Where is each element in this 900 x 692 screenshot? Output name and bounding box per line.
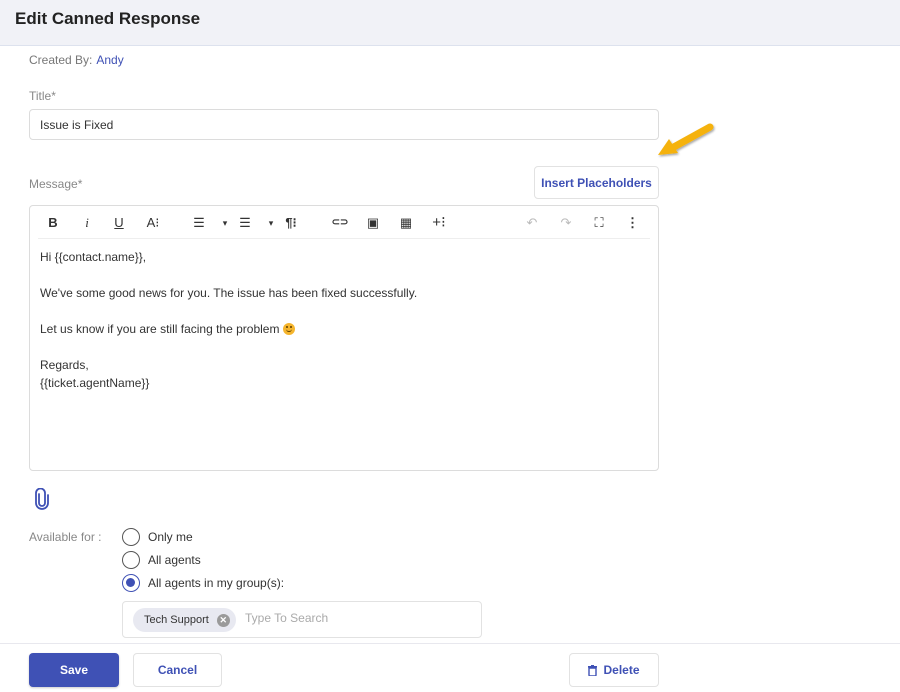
italic-icon[interactable]: i <box>81 213 93 233</box>
ordered-list-dropdown-icon[interactable]: ▾ <box>220 213 230 233</box>
table-icon[interactable]: ▦ <box>398 213 414 233</box>
smiley-icon <box>282 323 295 335</box>
message-editor[interactable]: B i U A⁝ ☰ ▾ ☰ ▾ ¶⁝ ⊂⊃ ▣ ▦ +⁝ ↶ ↷ ⛶ ⋮ Hi… <box>29 205 659 471</box>
created-by-label: Created By: <box>29 53 93 67</box>
message-greeting: Hi {{contact.name}}, <box>40 250 147 264</box>
paragraph-format-icon[interactable]: ¶⁝ <box>282 213 300 233</box>
trash-icon <box>588 664 598 676</box>
title-input[interactable] <box>29 109 659 140</box>
message-body[interactable]: Hi {{contact.name}}, We've some good new… <box>40 248 417 392</box>
radio-all-agents[interactable]: All agents <box>122 551 201 569</box>
underline-icon[interactable]: U <box>112 213 126 233</box>
group-chip-label: Tech Support <box>144 614 209 626</box>
cancel-button[interactable]: Cancel <box>133 653 222 687</box>
fullscreen-icon[interactable]: ⛶ <box>591 213 607 233</box>
toolbar-divider <box>38 238 650 239</box>
radio-label: All agents <box>148 553 201 567</box>
paperclip-icon[interactable] <box>35 488 49 510</box>
message-line-1: We've some good news for you. The issue … <box>40 286 418 300</box>
radio-button[interactable] <box>122 528 140 546</box>
ordered-list-icon[interactable]: ☰ <box>191 213 207 233</box>
page-title: Edit Canned Response <box>15 9 201 28</box>
created-by-author: Andy <box>96 53 124 67</box>
remove-chip-icon[interactable]: ✕ <box>216 613 230 627</box>
insert-more-icon[interactable]: +⁝ <box>430 213 448 233</box>
title-label: Title* <box>29 89 56 103</box>
more-options-icon[interactable]: ⋮ <box>626 213 639 233</box>
delete-button[interactable]: Delete <box>569 653 659 687</box>
unordered-list-icon[interactable]: ☰ <box>237 213 253 233</box>
radio-all-agents-in-groups[interactable]: All agents in my group(s): <box>122 574 284 592</box>
group-chip: Tech Support ✕ <box>133 608 236 632</box>
radio-label: All agents in my group(s): <box>148 576 285 590</box>
radio-only-me[interactable]: Only me <box>122 528 193 546</box>
created-by: Created By: Andy <box>29 53 124 67</box>
radio-button[interactable] <box>122 574 140 592</box>
radio-button[interactable] <box>122 551 140 569</box>
insert-placeholders-button[interactable]: Insert Placeholders <box>534 166 659 199</box>
font-size-icon[interactable]: A⁝ <box>144 213 162 233</box>
page-header: Edit Canned Response <box>0 0 900 46</box>
form-footer: Save Cancel Delete <box>0 643 900 692</box>
annotation-arrow-icon <box>658 123 714 155</box>
message-closing: Regards, <box>40 358 89 372</box>
message-line-2-text: Let us know if you are still facing the … <box>40 322 280 336</box>
radio-label: Only me <box>148 530 193 544</box>
group-selector[interactable]: Tech Support ✕ <box>122 601 482 638</box>
save-button[interactable]: Save <box>29 653 119 687</box>
redo-icon[interactable]: ↷ <box>558 213 574 233</box>
delete-label: Delete <box>603 663 640 677</box>
editor-toolbar: B i U A⁝ ☰ ▾ ☰ ▾ ¶⁝ ⊂⊃ ▣ ▦ +⁝ ↶ ↷ ⛶ ⋮ <box>30 206 658 239</box>
image-icon[interactable]: ▣ <box>365 213 381 233</box>
link-icon[interactable]: ⊂⊃ <box>330 213 350 233</box>
available-for-label: Available for : <box>29 530 102 544</box>
undo-icon[interactable]: ↶ <box>524 213 540 233</box>
message-label: Message* <box>29 177 83 191</box>
message-signature: {{ticket.agentName}} <box>40 376 150 390</box>
bold-icon[interactable]: B <box>46 213 60 233</box>
unordered-list-dropdown-icon[interactable]: ▾ <box>266 213 276 233</box>
group-search-input[interactable] <box>245 611 445 625</box>
message-line-2: Let us know if you are still facing the … <box>40 320 417 338</box>
